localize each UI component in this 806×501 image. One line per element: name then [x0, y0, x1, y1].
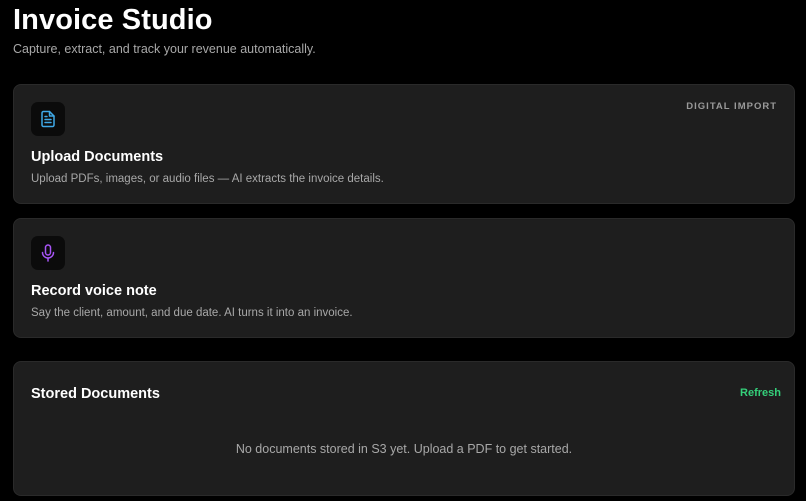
digital-import-badge: DIGITAL IMPORT	[686, 101, 777, 112]
record-voice-note-title: Record voice note	[31, 283, 157, 299]
upload-documents-card[interactable]: DIGITAL IMPORT Upload Documents Upload P…	[13, 84, 795, 204]
refresh-button[interactable]: Refresh	[740, 387, 781, 399]
stored-documents-title: Stored Documents	[31, 386, 160, 402]
record-voice-note-card[interactable]: Record voice note Say the client, amount…	[13, 218, 795, 338]
empty-state-message: No documents stored in S3 yet. Upload a …	[235, 442, 573, 456]
invoice-studio-page: Invoice Studio Capture, extract, and tra…	[0, 0, 806, 501]
page-subtitle: Capture, extract, and track your revenue…	[13, 42, 316, 56]
upload-documents-description: Upload PDFs, images, or audio files — AI…	[31, 173, 384, 185]
record-voice-note-description: Say the client, amount, and due date. AI…	[31, 307, 353, 319]
upload-documents-title: Upload Documents	[31, 149, 164, 165]
page-title: Invoice Studio	[13, 4, 213, 36]
document-icon	[31, 102, 65, 136]
microphone-icon	[31, 236, 65, 270]
stored-documents-panel: Stored Documents Refresh No documents st…	[13, 361, 795, 496]
